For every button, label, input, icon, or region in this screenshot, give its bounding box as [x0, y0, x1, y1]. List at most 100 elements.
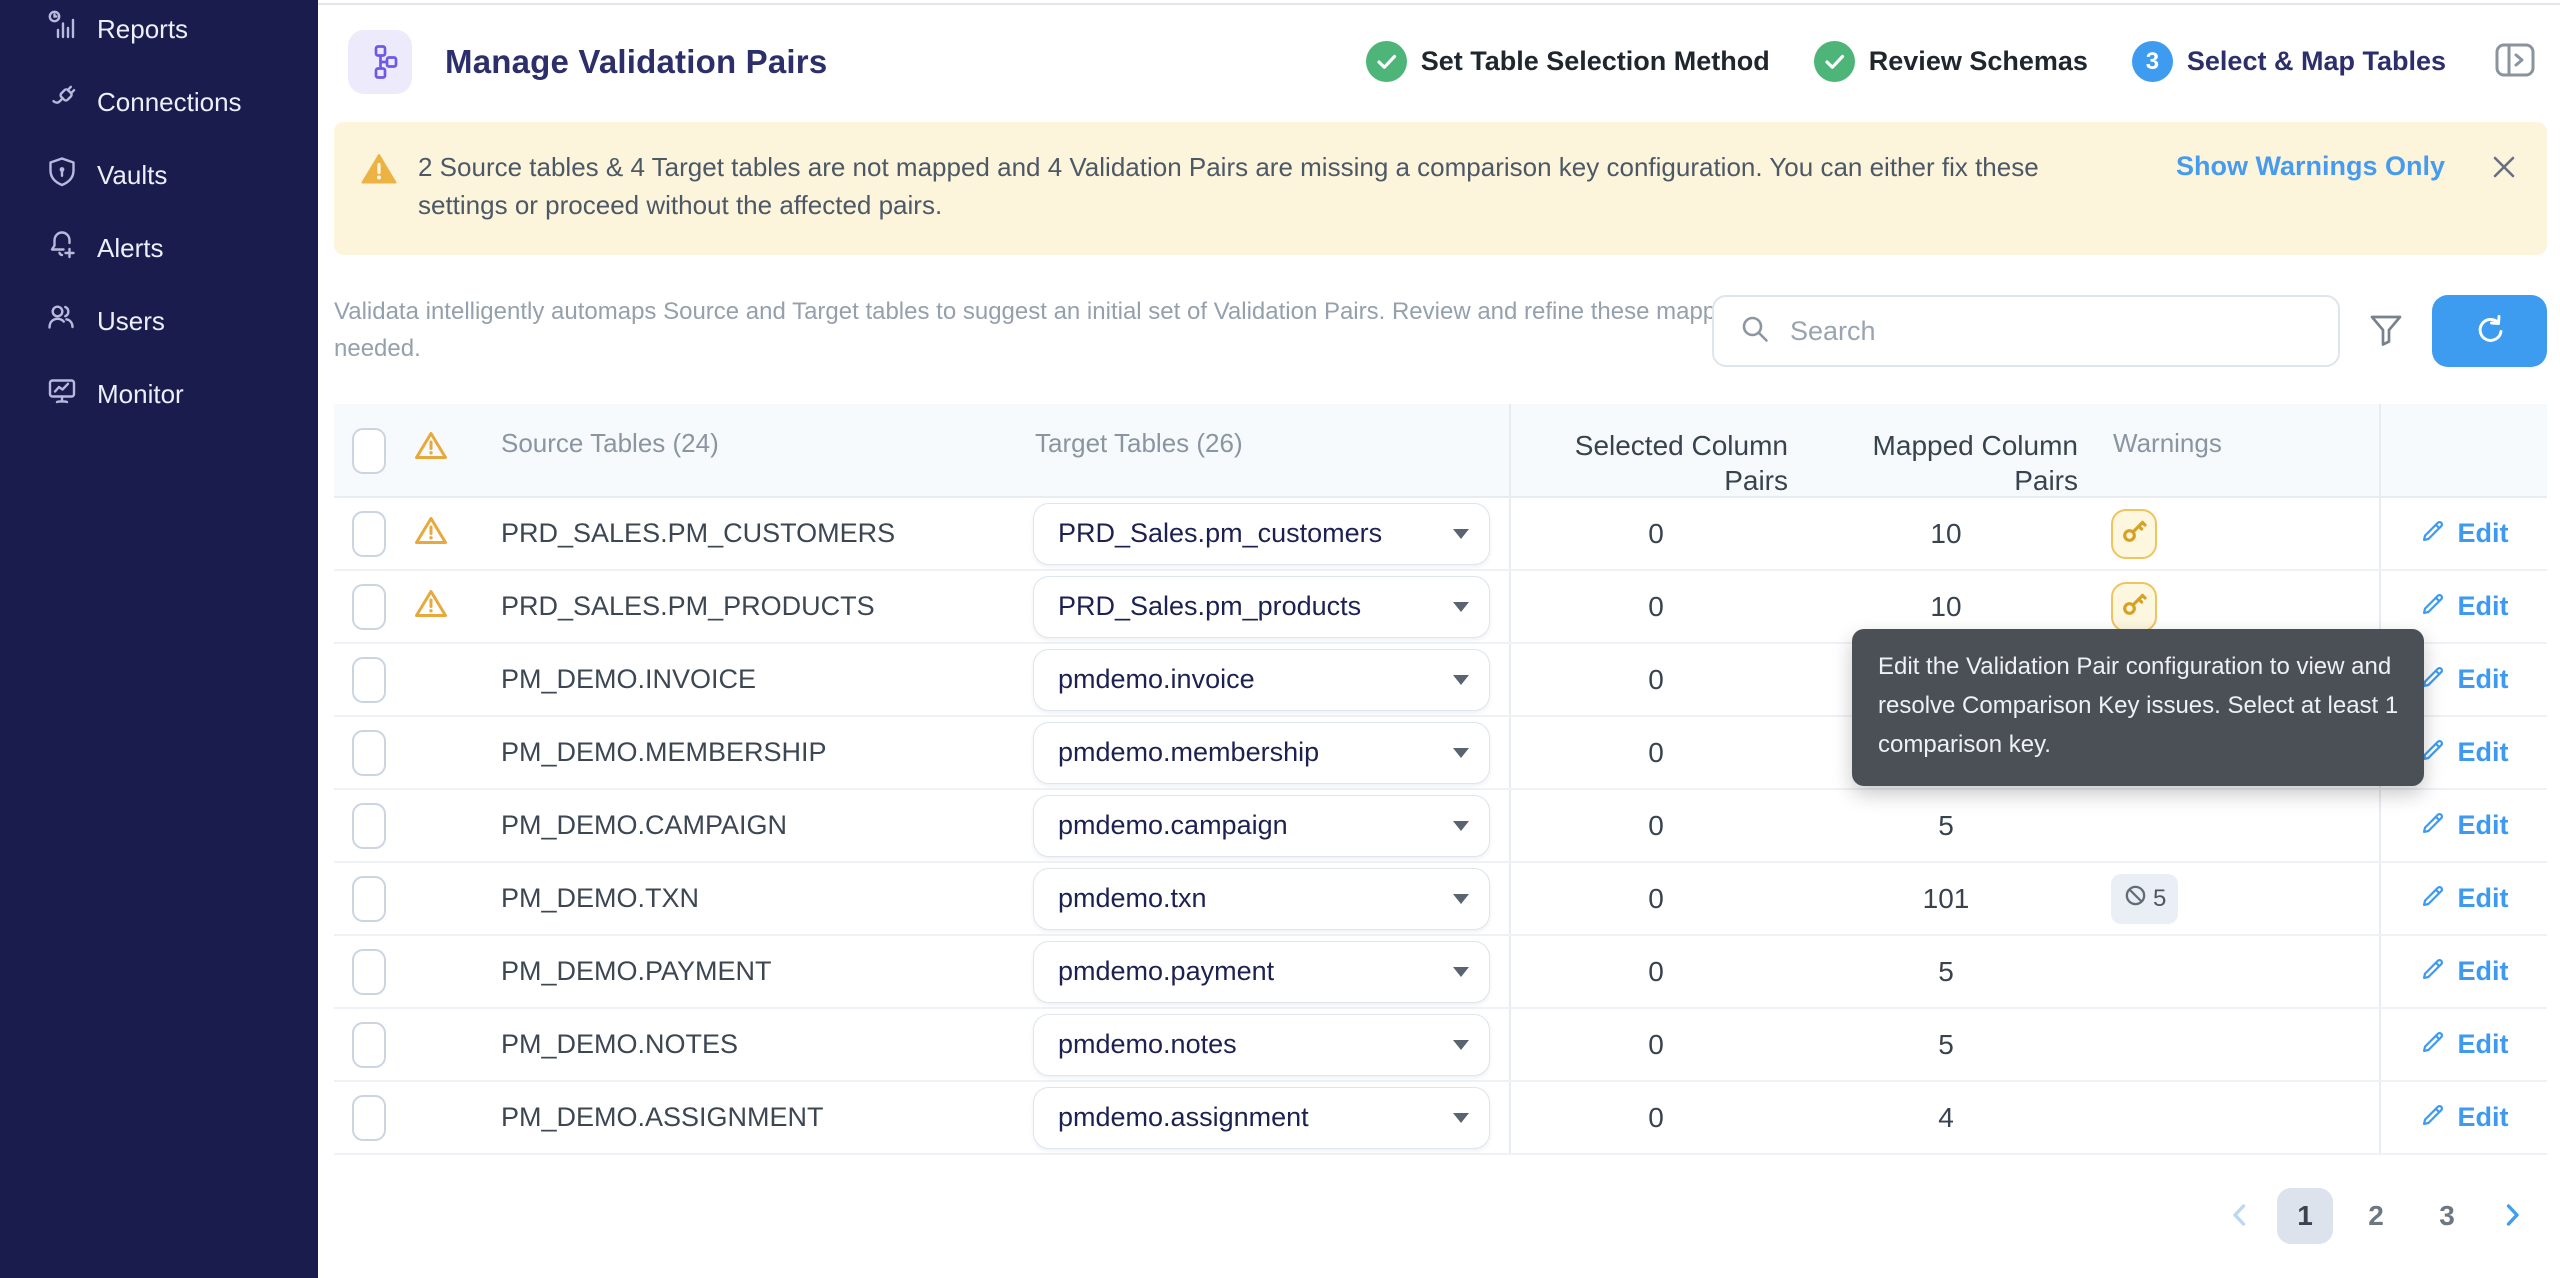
- pencil-icon: [2420, 516, 2448, 551]
- close-banner-button[interactable]: [2487, 150, 2521, 187]
- page-title: Manage Validation Pairs: [445, 43, 827, 81]
- edit-button[interactable]: Edit: [2420, 1100, 2509, 1135]
- target-table-select[interactable]: pmdemo.payment: [1033, 941, 1490, 1003]
- sidebar-item-connections[interactable]: Connections: [0, 66, 318, 139]
- chevron-down-icon: [1453, 748, 1469, 758]
- target-table-select[interactable]: PRD_Sales.pm_products: [1033, 576, 1490, 638]
- source-table-name: PM_DEMO.MEMBERSHIP: [501, 737, 827, 768]
- selected-column-pairs-value: 0: [1511, 790, 1801, 861]
- edit-button[interactable]: Edit: [2420, 662, 2509, 697]
- comparison-key-warning-badge[interactable]: [2111, 509, 2157, 559]
- source-table-name: PM_DEMO.TXN: [501, 883, 699, 914]
- selected-column-pairs-value: 0: [1511, 717, 1801, 788]
- column-header-target: Target Tables (26): [1021, 404, 1511, 498]
- edit-button-label: Edit: [2458, 664, 2509, 695]
- edit-button[interactable]: Edit: [2420, 516, 2509, 551]
- sidebar-item-monitor[interactable]: Monitor: [0, 358, 318, 431]
- users-icon: [44, 300, 80, 343]
- target-table-select[interactable]: pmdemo.notes: [1033, 1014, 1490, 1076]
- edit-button[interactable]: Edit: [2420, 589, 2509, 624]
- mapped-column-pairs-value: 10: [1801, 498, 2091, 569]
- step-review-schemas[interactable]: Review Schemas: [1814, 41, 2088, 82]
- select-all-checkbox[interactable]: [352, 428, 386, 474]
- selected-column-pairs-value: 0: [1511, 571, 1801, 642]
- pencil-icon: [2420, 1100, 2448, 1135]
- column-header-selected: Selected Column Pairs: [1511, 404, 1801, 498]
- edit-button[interactable]: Edit: [2420, 881, 2509, 916]
- sidebar-item-reports[interactable]: Reports: [0, 0, 318, 66]
- edit-button[interactable]: Edit: [2420, 808, 2509, 843]
- pencil-icon: [2420, 589, 2448, 624]
- sidebar-item-vaults[interactable]: Vaults: [0, 139, 318, 212]
- target-table-value: pmdemo.campaign: [1058, 810, 1288, 841]
- target-table-select[interactable]: pmdemo.txn: [1033, 868, 1490, 930]
- row-checkbox[interactable]: [352, 1095, 386, 1141]
- pencil-icon: [2420, 1027, 2448, 1062]
- column-header-mapped: Mapped Column Pairs: [1801, 404, 2091, 498]
- target-table-select[interactable]: pmdemo.invoice: [1033, 649, 1490, 711]
- search-input[interactable]: [1790, 316, 2318, 347]
- key-icon: [2120, 590, 2148, 623]
- step-set-table-selection-method[interactable]: Set Table Selection Method: [1366, 41, 1770, 82]
- mapped-column-pairs-value: 5: [1801, 790, 2091, 861]
- row-checkbox[interactable]: [352, 949, 386, 995]
- target-table-value: pmdemo.payment: [1058, 956, 1274, 987]
- step-select-map-tables[interactable]: 3 Select & Map Tables: [2132, 41, 2446, 82]
- chevron-down-icon: [1453, 602, 1469, 612]
- edit-button[interactable]: Edit: [2420, 954, 2509, 989]
- excluded-columns-count: 5: [2153, 885, 2166, 913]
- comparison-key-tooltip: Edit the Validation Pair configuration t…: [1852, 629, 2424, 786]
- source-table-name: PM_DEMO.ASSIGNMENT: [501, 1102, 824, 1133]
- filter-button[interactable]: [2366, 310, 2406, 353]
- row-checkbox[interactable]: [352, 657, 386, 703]
- excluded-columns-badge[interactable]: 5: [2111, 874, 2178, 924]
- page-button[interactable]: 3: [2419, 1188, 2475, 1244]
- row-checkbox[interactable]: [352, 511, 386, 557]
- step-number-badge: 3: [2132, 41, 2173, 82]
- page-button[interactable]: 1: [2277, 1188, 2333, 1244]
- chevron-down-icon: [1453, 894, 1469, 904]
- sidebar-item-label: Vaults: [97, 160, 167, 191]
- row-checkbox[interactable]: [352, 584, 386, 630]
- target-table-select[interactable]: pmdemo.assignment: [1033, 1087, 1490, 1149]
- chevron-down-icon: [1453, 675, 1469, 685]
- warning-banner: 2 Source tables & 4 Target tables are no…: [334, 122, 2547, 255]
- page-button[interactable]: 2: [2348, 1188, 2404, 1244]
- target-table-value: pmdemo.membership: [1058, 737, 1319, 768]
- target-table-select[interactable]: PRD_Sales.pm_customers: [1033, 503, 1490, 565]
- key-icon: [2120, 517, 2148, 550]
- page-header: Manage Validation Pairs Set Table Select…: [318, 5, 2560, 118]
- sidebar-item-label: Connections: [97, 87, 242, 118]
- row-checkbox[interactable]: [352, 730, 386, 776]
- sidebar-item-label: Monitor: [97, 379, 184, 410]
- row-checkbox[interactable]: [352, 876, 386, 922]
- selected-column-pairs-value: 0: [1511, 1009, 1801, 1080]
- sidebar-item-users[interactable]: Users: [0, 285, 318, 358]
- remap-refresh-button[interactable]: [2432, 295, 2547, 367]
- sidebar-item-label: Reports: [97, 14, 188, 45]
- edit-button[interactable]: Edit: [2420, 1027, 2509, 1062]
- selected-column-pairs-value: 0: [1511, 644, 1801, 715]
- warning-triangle-icon: [413, 428, 449, 471]
- collapse-panel-button[interactable]: [2492, 37, 2538, 86]
- next-page-button[interactable]: [2490, 1199, 2534, 1234]
- selected-column-pairs-value: 0: [1511, 936, 1801, 1007]
- search-box: [1712, 295, 2340, 367]
- source-table-name: PRD_SALES.PM_PRODUCTS: [501, 591, 875, 622]
- source-table-name: PM_DEMO.PAYMENT: [501, 956, 772, 987]
- previous-page-button[interactable]: [2218, 1199, 2262, 1234]
- mapped-column-pairs-value: 101: [1801, 863, 2091, 934]
- chevron-down-icon: [1453, 967, 1469, 977]
- mapped-column-pairs-value: 5: [1801, 936, 2091, 1007]
- edit-button[interactable]: Edit: [2420, 735, 2509, 770]
- close-icon: [2487, 150, 2521, 187]
- target-table-select[interactable]: pmdemo.membership: [1033, 722, 1490, 784]
- row-checkbox[interactable]: [352, 1022, 386, 1068]
- show-warnings-only-link[interactable]: Show Warnings Only: [2176, 151, 2445, 182]
- pencil-icon: [2420, 881, 2448, 916]
- row-checkbox[interactable]: [352, 803, 386, 849]
- comparison-key-warning-badge[interactable]: [2111, 582, 2157, 632]
- step-label: Set Table Selection Method: [1421, 46, 1770, 77]
- sidebar-item-alerts[interactable]: Alerts: [0, 212, 318, 285]
- target-table-select[interactable]: pmdemo.campaign: [1033, 795, 1490, 857]
